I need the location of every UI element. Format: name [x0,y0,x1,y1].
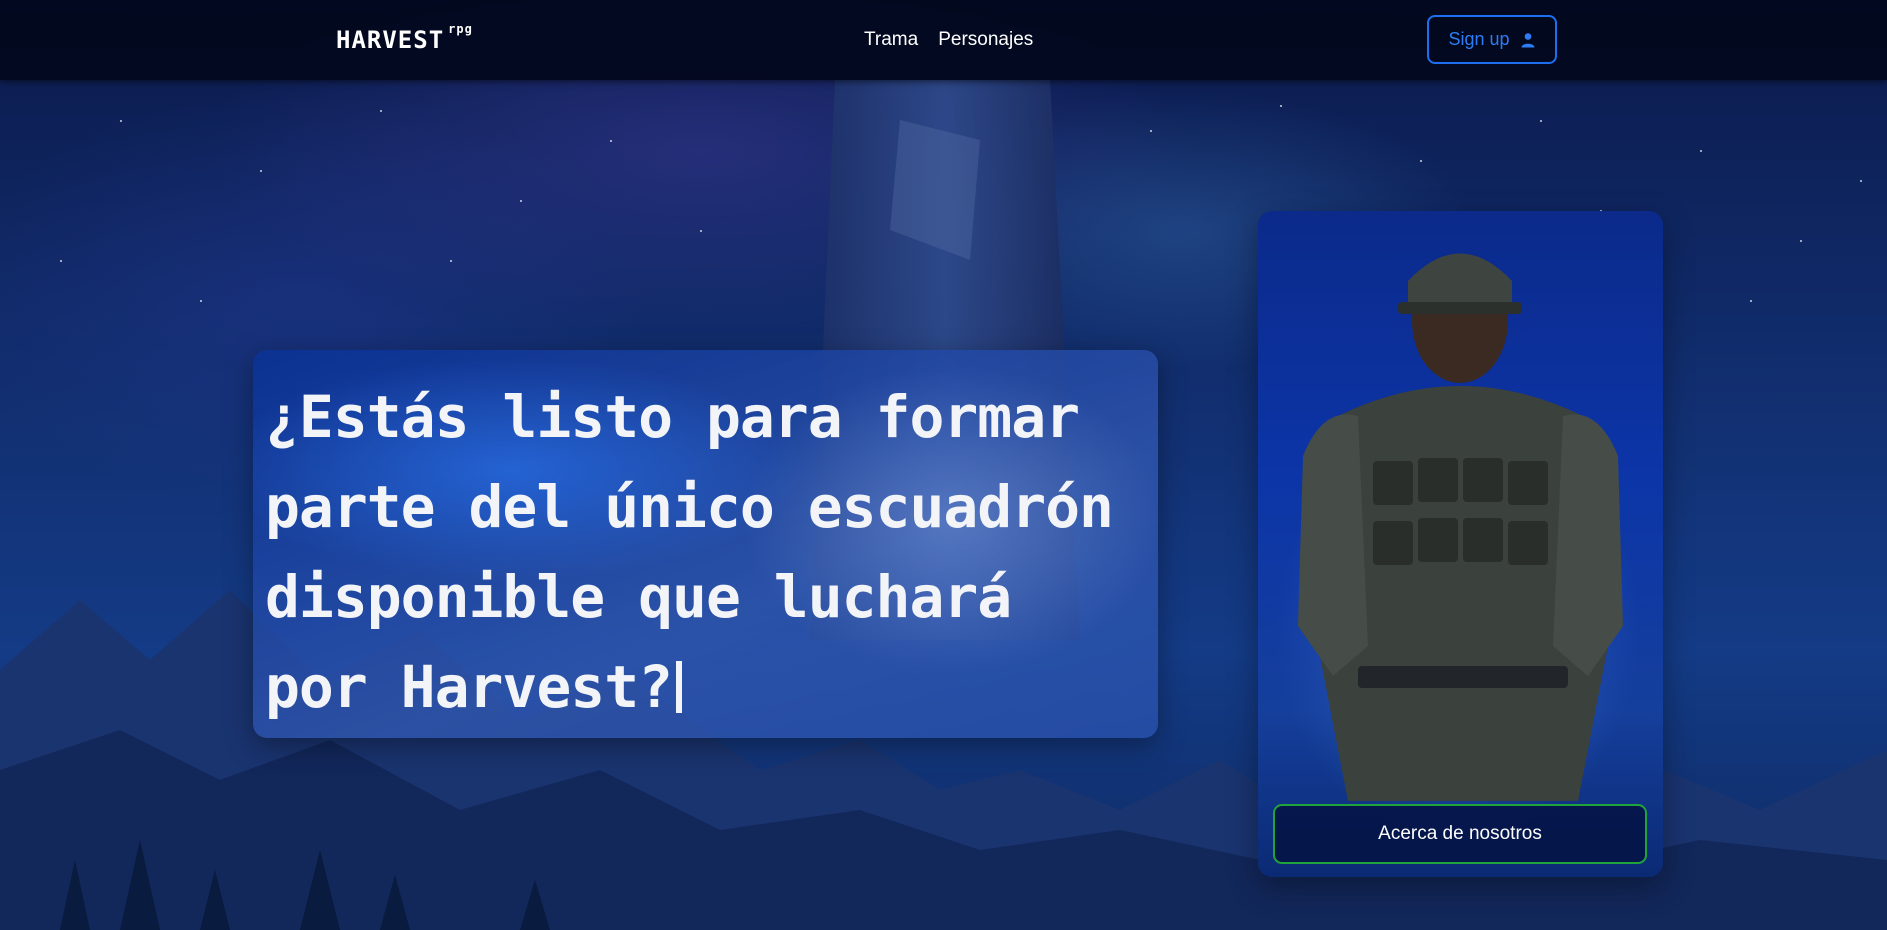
nav-link-trama[interactable]: Trama [864,29,918,51]
logo-text: HARVEST [336,26,445,54]
soldier-image [1298,253,1623,801]
character-card: Acerca de nosotros [1258,211,1663,877]
signup-label: Sign up [1448,29,1510,49]
hero-headline: ¿Estás listo para formar parte del único… [265,372,1145,732]
nav-link-personajes[interactable]: Personajes [938,29,1033,51]
hero-panel: ¿Estás listo para formar parte del único… [253,350,1158,738]
user-icon [1521,32,1535,47]
logo-sup: rpg [448,22,473,36]
about-us-button[interactable]: Acerca de nosotros [1273,804,1647,864]
top-navbar: HARVEST rpg Trama Personajes Sign up [0,0,1887,80]
harvest-logo[interactable]: HARVEST rpg [336,22,473,54]
signup-button[interactable]: Sign up [1427,15,1557,64]
hero-headline-text: ¿Estás listo para formar parte del único… [265,383,1114,721]
typing-cursor [676,661,683,713]
main-nav: Trama Personajes [864,29,1033,51]
